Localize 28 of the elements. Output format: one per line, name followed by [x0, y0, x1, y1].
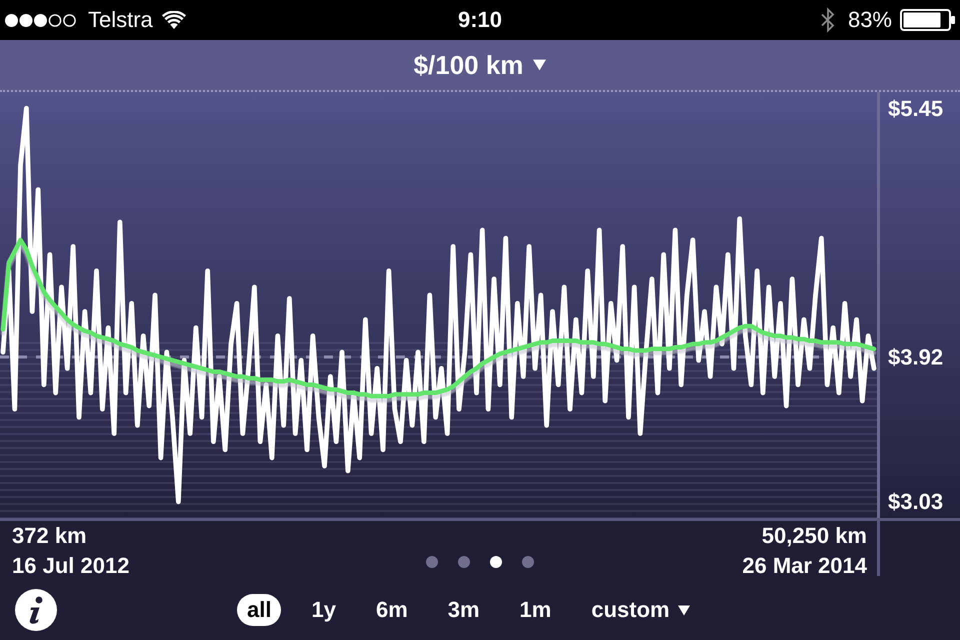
signal-strength-icon — [5, 14, 76, 26]
period-tab[interactable]: all — [237, 594, 282, 626]
page-dot-icon[interactable] — [458, 556, 470, 568]
carrier-name: Telstra — [88, 9, 153, 31]
bluetooth-icon — [820, 7, 835, 33]
info-button[interactable] — [15, 589, 57, 631]
wifi-icon — [162, 11, 186, 29]
end-distance: 50,250 km — [762, 522, 867, 550]
start-date: 16 Jul 2012 — [12, 552, 130, 580]
caret-icon — [678, 604, 690, 616]
page-dot-icon[interactable] — [426, 556, 438, 568]
clock-time: 9:10 — [458, 9, 502, 31]
period-tab[interactable]: 1m — [510, 594, 562, 626]
caret-icon — [533, 59, 546, 71]
battery-percent: 83% — [848, 9, 892, 31]
period-tab[interactable]: 6m — [366, 594, 418, 626]
page-dot-icon[interactable] — [522, 556, 534, 568]
start-distance: 372 km — [12, 522, 87, 550]
period-tab[interactable]: 1y — [301, 594, 346, 626]
metric-selector[interactable]: $/100 km — [414, 52, 546, 78]
y-axis-label: $3.92 — [888, 344, 944, 370]
end-date: 26 Mar 2014 — [742, 552, 867, 580]
battery-icon — [900, 9, 955, 31]
y-axis-label: $3.03 — [888, 489, 944, 514]
period-tab[interactable]: custom — [581, 594, 700, 626]
page-dot-icon[interactable] — [490, 556, 502, 568]
y-axis-label: $5.45 — [888, 96, 944, 121]
period-tab[interactable]: 3m — [438, 594, 490, 626]
